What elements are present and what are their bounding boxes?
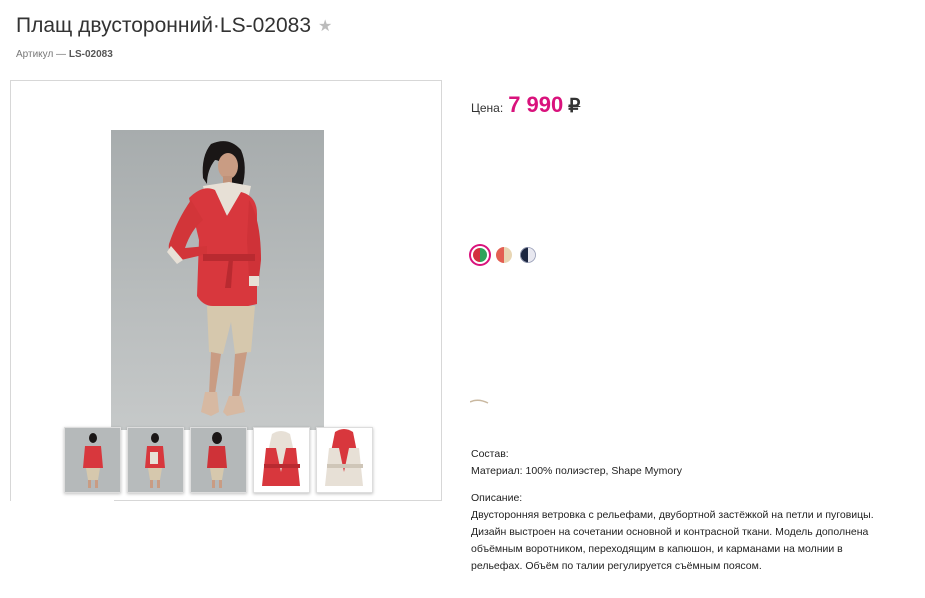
main-product-photo[interactable] — [111, 130, 324, 430]
description-line-1: Двусторонняя ветровка с рельефами, двубо… — [471, 509, 874, 521]
price-row: Цена: 7 990 ₽ — [471, 92, 580, 118]
product-description: Состав: Материал: 100% полиэстер, Shape … — [471, 446, 921, 575]
description-line-3: объёмным воротником, переходящим в капюш… — [471, 543, 843, 555]
decorative-mark — [470, 399, 489, 404]
color-swatch-navy-white[interactable] — [519, 246, 537, 264]
thumbnail-4[interactable] — [253, 427, 310, 493]
composition-heading: Состав: — [471, 448, 509, 460]
currency-symbol: ₽ — [568, 96, 581, 117]
thumbnail-5[interactable] — [316, 427, 373, 493]
description-line-4: рельефах. Объём по талии регулируется съ… — [471, 560, 762, 572]
product-sku: Артикул — LS-02083 — [16, 49, 113, 60]
gallery-divider — [114, 500, 441, 501]
composition-material: Материал: 100% полиэстер, Shape Mymory — [471, 465, 682, 477]
price-label: Цена: — [471, 101, 504, 115]
description-heading: Описание: — [471, 492, 523, 504]
thumbnail-3[interactable] — [190, 427, 247, 493]
title-row: Плащ двусторонний·LS-02083 ★ — [16, 14, 332, 38]
sku-label: Артикул — — [16, 49, 67, 60]
star-icon[interactable]: ★ — [318, 16, 332, 36]
color-swatch-coral-beige[interactable] — [495, 246, 513, 264]
thumbnail-1[interactable] — [64, 427, 121, 493]
color-swatches — [471, 246, 537, 264]
product-title: Плащ двусторонний·LS-02083 — [16, 14, 311, 37]
color-swatch-green-red[interactable] — [471, 246, 489, 264]
thumbnail-2[interactable] — [127, 427, 184, 493]
sku-value: LS-02083 — [68, 49, 113, 60]
price-value: 7 990 — [508, 92, 564, 117]
product-gallery — [10, 80, 442, 501]
thumbnail-strip — [64, 427, 373, 493]
description-line-2: Дизайн выстроен на сочетании основной и … — [471, 526, 869, 538]
